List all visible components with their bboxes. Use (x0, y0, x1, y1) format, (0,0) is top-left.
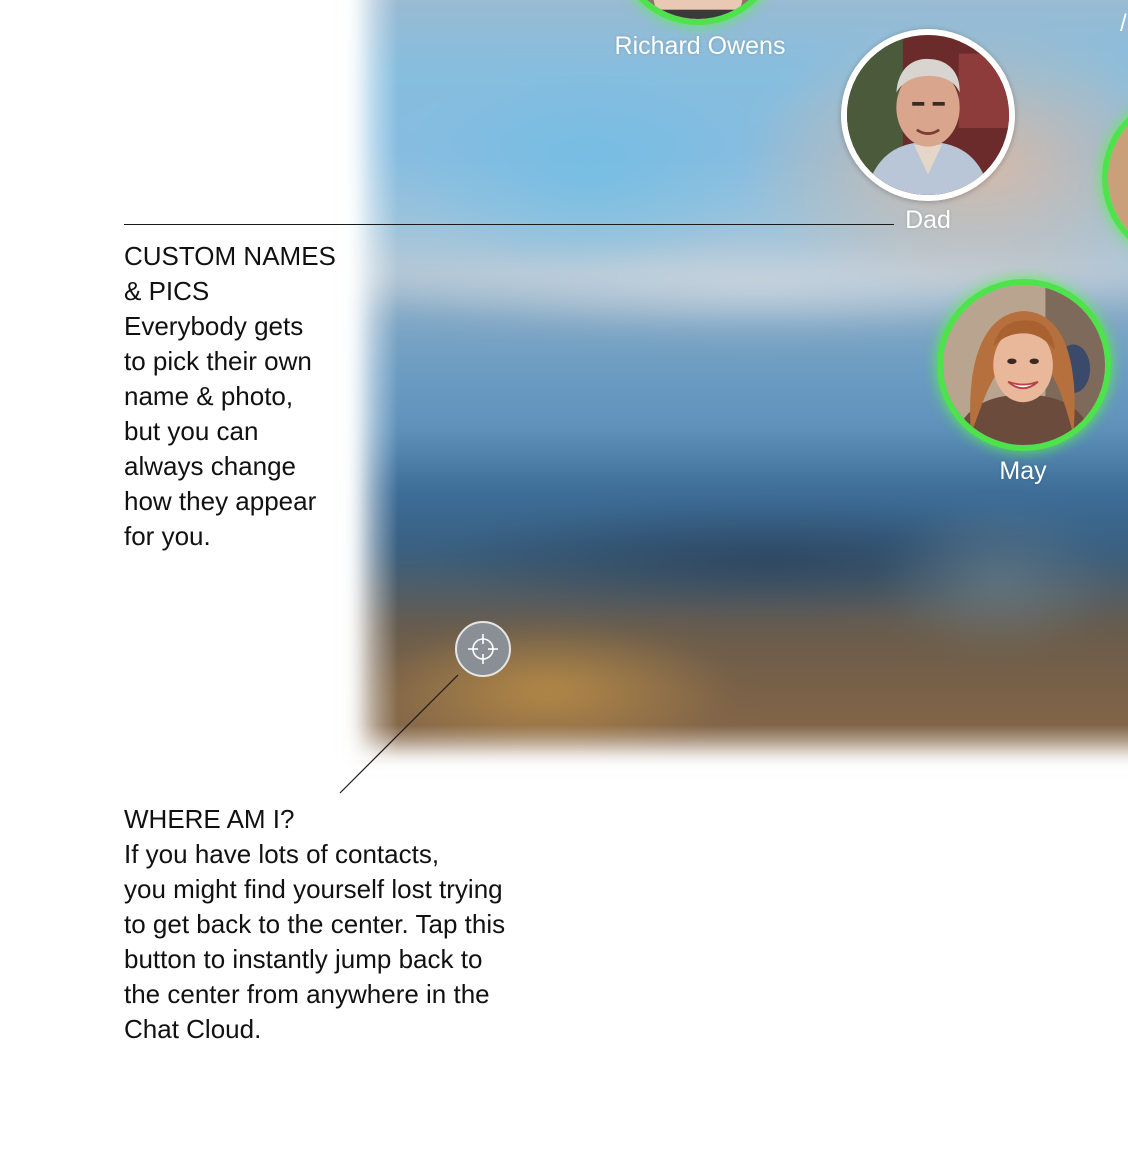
contact-name-may: May (999, 457, 1047, 485)
annotation-body-line: to get back to the center. Tap this (124, 909, 506, 939)
contact-avatar-may[interactable] (937, 279, 1111, 451)
contact-name-richard-owens: Richard Owens (614, 32, 786, 60)
crosshair-icon (468, 634, 498, 664)
person-photo-icon (943, 285, 1105, 445)
contact-name-dad: Dad (905, 206, 951, 234)
annotation-body-line: how they appear (124, 486, 317, 516)
annotation-body-line: for you. (124, 521, 211, 551)
annotation-body-line: to pick their own (124, 346, 312, 376)
annotation-body-line: you might find yourself lost trying (124, 874, 503, 904)
annotation-heading: CUSTOM NAMES (124, 241, 336, 271)
callout-leader-line (339, 674, 459, 794)
annotation-body-line: button to instantly jump back to (124, 944, 483, 974)
annotation-body-line: Chat Cloud. (124, 1014, 262, 1044)
annotation-body-line: the center from anywhere in the (124, 979, 490, 1009)
annotation-heading: WHERE AM I? (124, 804, 295, 834)
annotated-screenshot: Richard Owens Dad / May CUSTOM NAMES & P… (0, 0, 1128, 1157)
background-glow (878, 500, 1118, 660)
annotation-body-line: If you have lots of contacts, (124, 839, 440, 869)
annotation-where-am-i: WHERE AM I? If you have lots of contacts… (124, 802, 554, 1047)
annotation-custom-names: CUSTOM NAMES & PICS Everybody gets to pi… (124, 239, 364, 554)
annotation-body-line: name & photo, (124, 381, 294, 411)
annotation-heading: & PICS (124, 276, 210, 306)
contact-avatar-dad[interactable] (841, 29, 1015, 201)
callout-leader-line (124, 224, 894, 225)
person-photo-icon (847, 35, 1009, 195)
annotation-body-line: but you can (124, 416, 259, 446)
partial-name-edge: / (1120, 10, 1127, 37)
annotation-body-line: always change (124, 451, 296, 481)
annotation-body-line: Everybody gets (124, 311, 304, 341)
